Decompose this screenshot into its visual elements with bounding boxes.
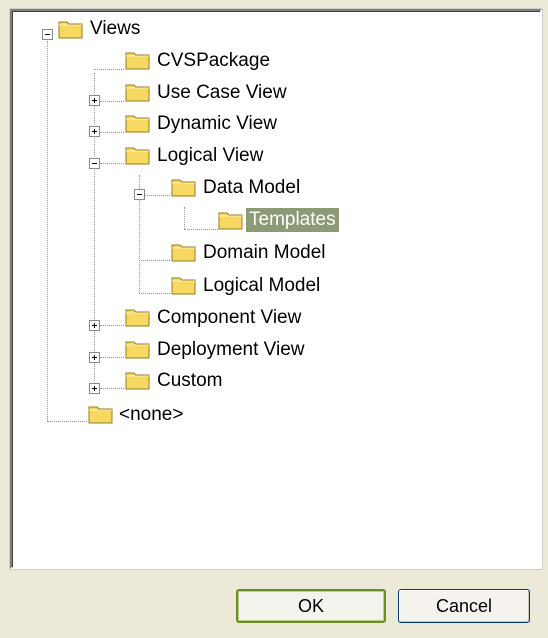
tree-line: [100, 163, 124, 164]
tree-node-use-case-view[interactable]: Use Case View: [154, 81, 290, 105]
folder-icon: [218, 212, 243, 230]
tree-node-views[interactable]: Views: [87, 17, 143, 41]
tree-line: [184, 207, 185, 229]
tree-node-data-model[interactable]: Data Model: [200, 176, 303, 200]
tree-node-none[interactable]: <none>: [116, 403, 186, 427]
tree-line: [184, 229, 218, 230]
tree-line: [139, 293, 170, 294]
folder-icon: [125, 52, 150, 70]
tree-line: [94, 73, 95, 389]
folder-icon: [125, 309, 150, 327]
folder-icon: [58, 21, 83, 39]
expand-plus-icon[interactable]: [89, 383, 100, 394]
tree-node-component-view[interactable]: Component View: [154, 306, 304, 330]
folder-icon: [171, 244, 196, 262]
tree-node-cvspackage[interactable]: CVSPackage: [154, 49, 273, 73]
tree-line: [100, 101, 124, 102]
folder-icon: [125, 341, 150, 359]
tree-line: [100, 388, 124, 389]
collapse-minus-icon[interactable]: [134, 189, 145, 200]
tree-line: [100, 357, 124, 358]
ok-button[interactable]: OK: [236, 589, 386, 623]
folder-icon: [171, 179, 196, 197]
tree-node-custom[interactable]: Custom: [154, 369, 225, 393]
tree-line: [47, 421, 87, 422]
tree-node-logical-view[interactable]: Logical View: [154, 144, 266, 168]
tree-line: [47, 41, 48, 421]
tree-line: [94, 69, 124, 70]
expand-plus-icon[interactable]: [89, 126, 100, 137]
tree-line: [100, 132, 124, 133]
cancel-button[interactable]: Cancel: [398, 589, 530, 623]
folder-icon: [125, 372, 150, 390]
tree-node-logical-model[interactable]: Logical Model: [200, 274, 323, 298]
folder-icon: [125, 115, 150, 133]
tree-line: [100, 325, 124, 326]
collapse-minus-icon[interactable]: [89, 158, 100, 169]
folder-icon: [171, 277, 196, 295]
tree-node-domain-model[interactable]: Domain Model: [200, 241, 329, 265]
folder-icon: [125, 147, 150, 165]
tree-line: [145, 195, 170, 196]
collapse-minus-icon[interactable]: [42, 29, 53, 40]
tree-node-templates[interactable]: Templates: [246, 208, 339, 232]
tree-node-deployment-view[interactable]: Deployment View: [154, 338, 308, 362]
expand-plus-icon[interactable]: [89, 352, 100, 363]
expand-plus-icon[interactable]: [89, 95, 100, 106]
tree-line: [139, 260, 170, 261]
folder-icon: [88, 406, 113, 424]
folder-icon: [125, 84, 150, 102]
expand-plus-icon[interactable]: [89, 320, 100, 331]
folder-tree[interactable]: Views CVSPackage Use Case View Dynamic V…: [10, 9, 542, 569]
tree-node-dynamic-view[interactable]: Dynamic View: [154, 112, 280, 136]
